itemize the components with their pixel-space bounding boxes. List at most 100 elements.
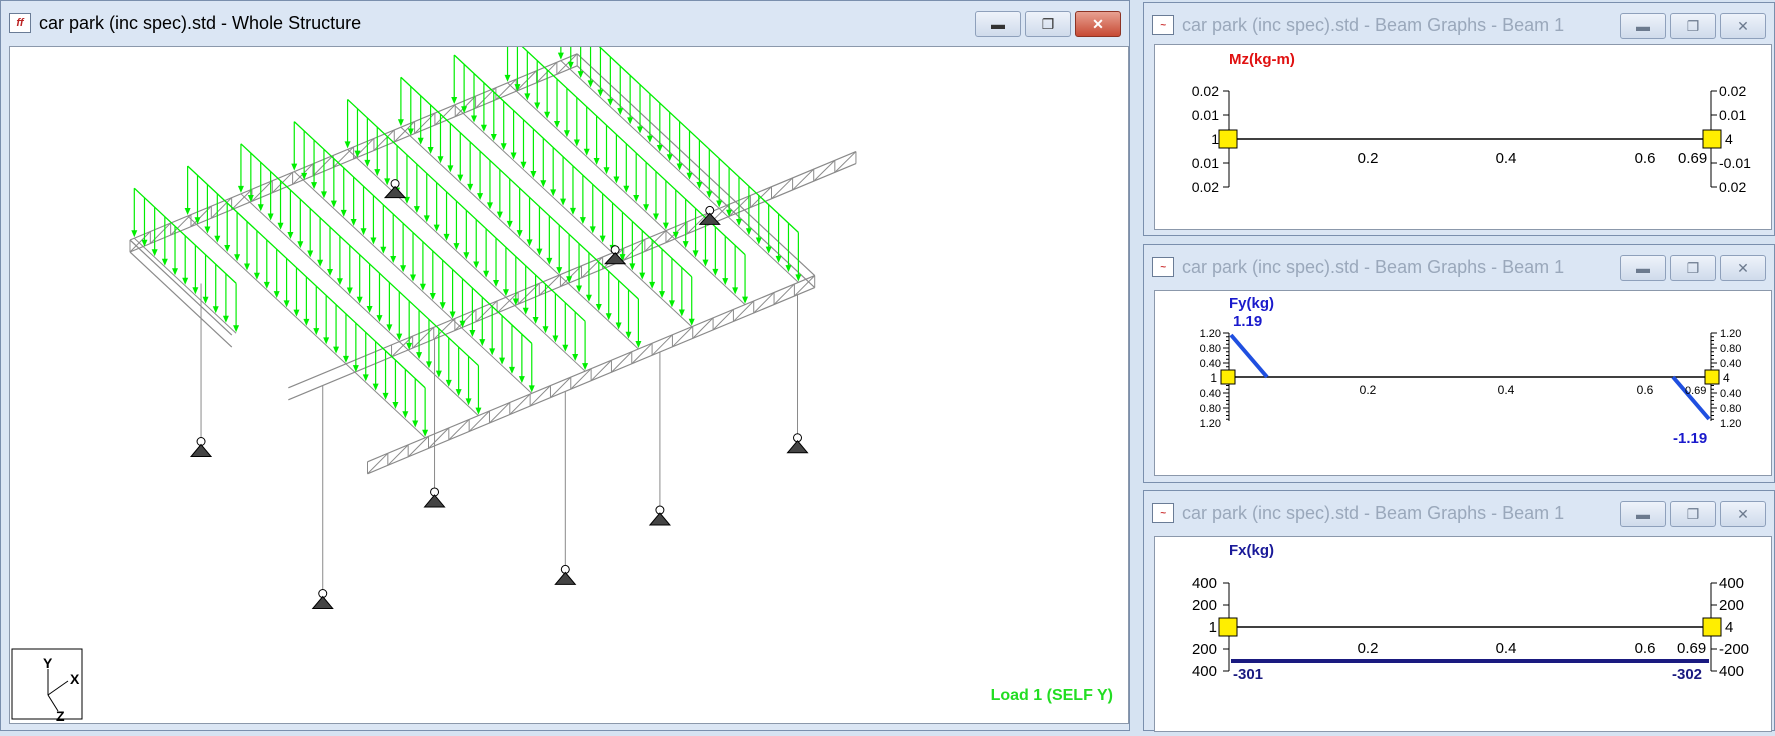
truss-diagonal — [353, 138, 375, 160]
truss-diagonal — [149, 222, 172, 244]
x-tick: 0.4 — [1496, 640, 1517, 657]
right-tick: 4 — [1725, 131, 1733, 147]
truss-diagonal — [448, 419, 470, 441]
truss-diagonal — [611, 351, 633, 373]
right-tick: 4 — [1725, 619, 1733, 636]
graph-window-title: car park (inc spec).std - Beam Graphs - … — [1182, 502, 1565, 523]
left-tick: 400 — [1192, 575, 1217, 592]
right-tick: 0.80 — [1720, 343, 1741, 355]
truss-diagonal — [433, 318, 456, 340]
left-tick: 0.80 — [1200, 343, 1221, 355]
graph-restore-button[interactable]: ❐ — [1670, 13, 1716, 39]
left-tick: 0.40 — [1200, 358, 1221, 370]
right-tick: 1.20 — [1720, 418, 1741, 430]
restore-icon: ❐ — [1686, 17, 1700, 34]
structure-drawing[interactable]: Y X Z Load 1 (SELF Y) — [10, 10, 1128, 724]
right-tick: -0.01 — [1719, 155, 1751, 171]
truss-diagonal — [672, 326, 694, 348]
end-value-label: -302 — [1672, 666, 1702, 683]
graph-restore-button[interactable]: ❐ — [1670, 255, 1716, 281]
minimize-icon: ▬ — [1636, 506, 1650, 522]
graph-title-bar[interactable]: ~ car park (inc spec).std - Beam Graphs … — [1144, 3, 1774, 47]
start-node-marker[interactable] — [1218, 617, 1238, 637]
axis-y-label: Y — [43, 655, 53, 671]
left-tick: 1.20 — [1200, 328, 1221, 340]
x-tick: 0.4 — [1498, 383, 1515, 397]
graph-window-title: car park (inc spec).std - Beam Graphs - … — [1182, 256, 1565, 277]
support-icon[interactable] — [311, 595, 334, 610]
graph-close-button[interactable]: ✕ — [1720, 501, 1766, 527]
beam-graph-window-fy[interactable]: ~ car park (inc spec).std - Beam Graphs … — [1143, 244, 1775, 483]
main-restore-button[interactable]: ❐ — [1025, 11, 1071, 37]
structure-viewport[interactable]: Y X Z Load 1 (SELF Y) — [9, 10, 1129, 724]
truss-diagonal — [434, 104, 456, 126]
left-tick: 1.20 — [1200, 418, 1221, 430]
graph-area[interactable]: Fx(kg) 400 200 1 200 400 400 200 4 -200 … — [1154, 536, 1772, 732]
shear-start-segment — [1229, 333, 1269, 379]
fx-graph: Fx(kg) 400 200 1 200 400 400 200 4 -200 … — [1192, 542, 1749, 683]
graph-area[interactable]: Mz(kg-m) 0.02 0.01 1 0.01 0.02 0.02 0.01… — [1154, 44, 1772, 230]
right-tick: 0.01 — [1719, 107, 1746, 123]
left-tick: 1 — [1209, 619, 1217, 636]
main-structure-window[interactable]: ff car park (inc spec).std - Whole Struc… — [0, 0, 1130, 731]
truss-diagonal — [692, 317, 714, 339]
support-icon[interactable] — [423, 494, 446, 508]
graph-icon[interactable]: ~ — [1152, 257, 1174, 277]
support-icon[interactable] — [189, 443, 213, 457]
truss-diagonal — [792, 168, 815, 191]
support-icon[interactable] — [554, 571, 577, 585]
staad-icon[interactable]: ff — [9, 13, 31, 33]
end-node-marker[interactable] — [1702, 617, 1722, 637]
support-icon[interactable] — [648, 512, 671, 526]
close-icon: ✕ — [1737, 505, 1749, 522]
main-title-bar[interactable]: ff car park (inc spec).std - Whole Struc… — [1, 1, 1129, 45]
truss-diagonal — [538, 274, 561, 296]
graph-close-button[interactable]: ✕ — [1720, 255, 1766, 281]
load-arrow-head — [291, 163, 298, 171]
load-arrow-head — [344, 141, 351, 149]
truss-diagonal — [190, 205, 212, 227]
graph-minimize-button[interactable]: ▬ — [1620, 255, 1666, 281]
graph-minimize-button[interactable]: ▬ — [1620, 13, 1666, 39]
graph-minimize-button[interactable]: ▬ — [1620, 501, 1666, 527]
left-tick: 1 — [1210, 371, 1217, 385]
left-tick: 200 — [1192, 597, 1217, 614]
end-node-marker[interactable] — [1702, 129, 1722, 149]
right-tick: 4 — [1723, 371, 1730, 385]
support-icon[interactable] — [786, 439, 809, 454]
right-tick: 400 — [1719, 575, 1744, 592]
axis-triad: Y X Z — [11, 648, 83, 724]
graph-icon[interactable]: ~ — [1152, 15, 1174, 35]
support-icon[interactable] — [383, 185, 407, 199]
left-tick: 400 — [1192, 663, 1217, 680]
graph-area[interactable]: Fy(kg) 1.19 -1.19 1.20 0.80 0.40 1 0.40 … — [1154, 290, 1772, 476]
beam-graph-window-mz[interactable]: ~ car park (inc spec).std - Beam Graphs … — [1143, 2, 1775, 236]
x-tick: 0.69 — [1678, 150, 1707, 167]
right-tick: 0.80 — [1720, 403, 1741, 415]
left-tick: 200 — [1192, 641, 1217, 658]
quantity-label: Fx(kg) — [1229, 542, 1274, 559]
graph-title-bar[interactable]: ~ car park (inc spec).std - Beam Graphs … — [1144, 245, 1774, 289]
restore-icon: ❐ — [1041, 15, 1055, 32]
end-node-marker[interactable] — [1704, 369, 1720, 385]
edge-beam — [129, 239, 233, 336]
axis-z-label: Z — [56, 708, 65, 723]
main-minimize-button[interactable]: ▬ — [975, 11, 1021, 37]
truss-diagonal — [489, 402, 511, 424]
graph-close-button[interactable]: ✕ — [1720, 13, 1766, 39]
x-tick: 0.2 — [1360, 383, 1377, 397]
main-close-button[interactable]: ✕ — [1075, 11, 1121, 37]
graph-title-bar[interactable]: ~ car park (inc spec).std - Beam Graphs … — [1144, 491, 1774, 535]
quantity-label: Mz(kg-m) — [1229, 51, 1295, 68]
truss-diagonal — [712, 309, 734, 331]
graph-restore-button[interactable]: ❐ — [1670, 501, 1716, 527]
right-tick: 200 — [1719, 597, 1744, 614]
x-tick: 0.6 — [1637, 383, 1654, 397]
beam-graph-window-fx[interactable]: ~ car park (inc spec).std - Beam Graphs … — [1143, 490, 1775, 732]
start-node-marker[interactable] — [1220, 369, 1236, 385]
min-value-label: -1.19 — [1673, 430, 1707, 447]
main-window-title: car park (inc spec).std - Whole Structur… — [39, 12, 362, 33]
graph-icon[interactable]: ~ — [1152, 503, 1174, 523]
x-tick: 0.4 — [1496, 150, 1517, 167]
start-node-marker[interactable] — [1218, 129, 1238, 149]
